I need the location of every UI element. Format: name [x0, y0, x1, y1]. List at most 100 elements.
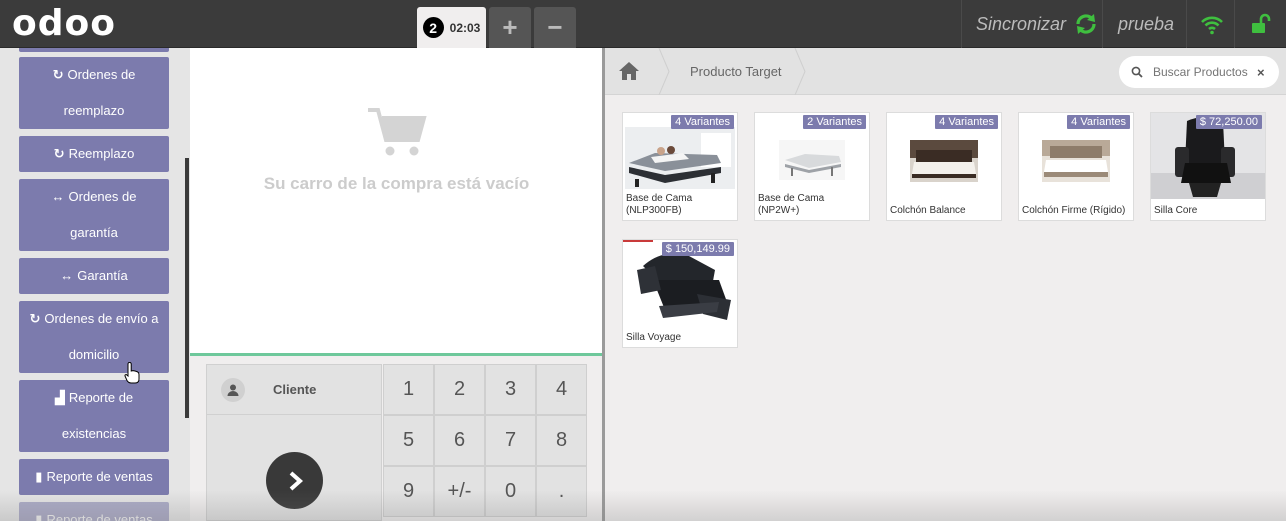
product-image — [779, 140, 845, 180]
numpad-key-8[interactable]: 8 — [536, 415, 587, 466]
home-icon[interactable] — [618, 61, 640, 81]
refresh-icon: ↻ — [53, 146, 65, 161]
variants-badge: 2 Variantes — [803, 115, 866, 129]
order-number-badge: 2 — [422, 17, 444, 38]
header-separator — [961, 0, 962, 48]
arrows-h-icon: ↔ — [60, 268, 74, 283]
logo-text: odoo — [12, 3, 116, 44]
header-separator — [1234, 0, 1235, 48]
product-image — [1042, 140, 1110, 182]
area-chart-icon: ▟ — [54, 390, 65, 405]
header-separator — [1102, 0, 1103, 48]
numpad-key-9[interactable]: 9 — [383, 466, 434, 517]
product-search: × — [1119, 56, 1279, 88]
header-separator — [1186, 0, 1187, 48]
user-icon — [221, 377, 245, 402]
breadcrumb-separator — [794, 48, 806, 95]
add-order-button[interactable]: + — [489, 7, 531, 48]
numpad-key-5[interactable]: 5 — [383, 415, 434, 466]
product-card[interactable]: $ 150,149.99 Silla Voyage — [622, 239, 738, 348]
file-icon: ▮ — [35, 512, 43, 521]
sidebar-item-label: Reporte de ventas — [46, 469, 153, 484]
numpad-key-dot[interactable]: . — [536, 466, 587, 517]
sidebar-item-label-cont: reemplazo — [63, 103, 125, 118]
product-name: Silla Voyage — [626, 332, 682, 343]
numpad-key-0[interactable]: 0 — [485, 466, 536, 517]
client-label: Cliente — [273, 382, 317, 397]
sidebar-item-reporte-existencias[interactable]: ▟ Reporte de existencias — [19, 380, 169, 452]
sync-label: Sincronizar — [976, 13, 1067, 34]
sidebar-item-label-cont: garantía — [70, 225, 118, 240]
sidebar-item-label: Ordenes de — [68, 189, 137, 204]
empty-cart-message: Su carro de la compra está vacío — [263, 174, 530, 193]
sidebar-item-ordenes-reemplazo[interactable]: ↻ Ordenes de reemplazo — [19, 57, 169, 129]
product-card[interactable]: $ 72,250.00 Silla Core — [1150, 112, 1266, 221]
sidebar-item-reporte-ventas-2[interactable]: ▮ Reporte de ventas — [19, 502, 169, 521]
search-input[interactable] — [1153, 65, 1257, 79]
product-name: Colchón Firme (Rígido) — [1022, 205, 1126, 216]
unlock-icon[interactable] — [1248, 13, 1272, 37]
price-badge: $ 72,250.00 — [1195, 115, 1262, 129]
sidebar-item-envio-domicilio[interactable]: ↻ Ordenes de envío a domicilio — [19, 301, 169, 373]
product-card[interactable]: 4 Variantes Colchón Balance — [886, 112, 1002, 221]
refresh-icon: ↻ — [29, 311, 41, 326]
sidebar-item-reporte-ventas[interactable]: ▮ Reporte de ventas — [19, 459, 169, 495]
file-icon: ▮ — [35, 469, 43, 484]
variants-badge: 4 Variantes — [935, 115, 998, 129]
sidebar-item-label: Garantía — [77, 268, 128, 283]
numpad-key-6[interactable]: 6 — [434, 415, 485, 466]
numpad-key-1[interactable]: 1 — [383, 364, 434, 415]
user-name[interactable]: prueba — [1118, 0, 1174, 48]
numpad: 1 2 3 4 5 6 7 8 9 +/- 0 . — [383, 364, 588, 521]
product-card[interactable]: 4 Variantes Base de Cama (NLP300FB) — [622, 112, 738, 221]
sidebar-item-ordenes-garantia[interactable]: ↔ Ordenes de garantía — [19, 179, 169, 251]
search-icon — [1131, 66, 1143, 78]
wifi-icon[interactable] — [1200, 13, 1224, 37]
breadcrumb-separator — [658, 48, 670, 95]
sidebar-item-label: Ordenes de envío a — [44, 311, 159, 326]
sidebar: ↻ Ordenes de reemplazo ↻ Reemplazo ↔ Ordene… — [0, 48, 190, 521]
arrows-h-icon: ↔ — [51, 189, 65, 204]
variants-badge: 4 Variantes — [1067, 115, 1130, 129]
sidebar-item-label: Ordenes de — [67, 67, 136, 82]
numpad-key-4[interactable]: 4 — [536, 364, 587, 415]
product-card[interactable]: 2 Variantes Base de Cama (NP2W+) — [754, 112, 870, 221]
sidebar-item-label-cont: existencias — [61, 426, 127, 441]
product-image — [910, 140, 978, 182]
chevron-right-icon — [289, 471, 303, 490]
sync-icon — [1076, 14, 1096, 34]
breadcrumb-category[interactable]: Producto Target — [690, 48, 782, 95]
sidebar-item-reemplazo[interactable]: ↻ Reemplazo — [19, 136, 169, 172]
numpad-key-7[interactable]: 7 — [485, 415, 536, 466]
shopping-cart-icon — [368, 108, 427, 156]
sidebar-item-label: Reemplazo — [68, 146, 135, 161]
sidebar-scrollbar[interactable] — [185, 158, 189, 418]
sidebar-item-label-cont: domicilio — [68, 347, 120, 362]
clear-search-icon[interactable]: × — [1257, 65, 1265, 80]
panel-divider — [602, 48, 605, 521]
sidebar-partial-button[interactable] — [19, 48, 169, 52]
product-name: Base de Cama (NLP300FB) — [626, 193, 693, 216]
sidebar-item-label: Reporte de ventas — [46, 512, 153, 521]
product-image — [625, 127, 735, 189]
numpad-key-3[interactable]: 3 — [485, 364, 536, 415]
variants-badge: 4 Variantes — [671, 115, 734, 129]
price-badge: $ 150,149.99 — [661, 242, 734, 256]
sync-button[interactable]: Sincronizar — [976, 0, 1098, 48]
product-card[interactable]: 4 Variantes Colchón Firme (Rígido) — [1018, 112, 1134, 221]
payment-button[interactable] — [266, 452, 323, 509]
client-button[interactable]: Cliente — [206, 364, 382, 415]
numpad-key-2[interactable]: 2 — [434, 364, 485, 415]
product-name: Colchón Balance — [890, 205, 966, 216]
remove-order-button[interactable]: − — [534, 7, 576, 48]
product-name: Base de Cama (NP2W+) — [758, 193, 825, 216]
order-tab[interactable]: 2 02:03 — [417, 7, 486, 48]
sidebar-item-garantia[interactable]: ↔ Garantía — [19, 258, 169, 294]
product-name: Silla Core — [1154, 205, 1198, 216]
refresh-icon: ↻ — [52, 67, 64, 82]
sidebar-item-label: Reporte de — [68, 390, 134, 405]
numpad-key-plus-minus[interactable]: +/- — [434, 466, 485, 517]
pos-header: odoo 2 02:03 + − Sincronizar prueba — [0, 0, 1286, 48]
order-panel: Su carro de la compra está vacío — [190, 48, 603, 354]
order-time: 02:03 — [449, 20, 481, 35]
